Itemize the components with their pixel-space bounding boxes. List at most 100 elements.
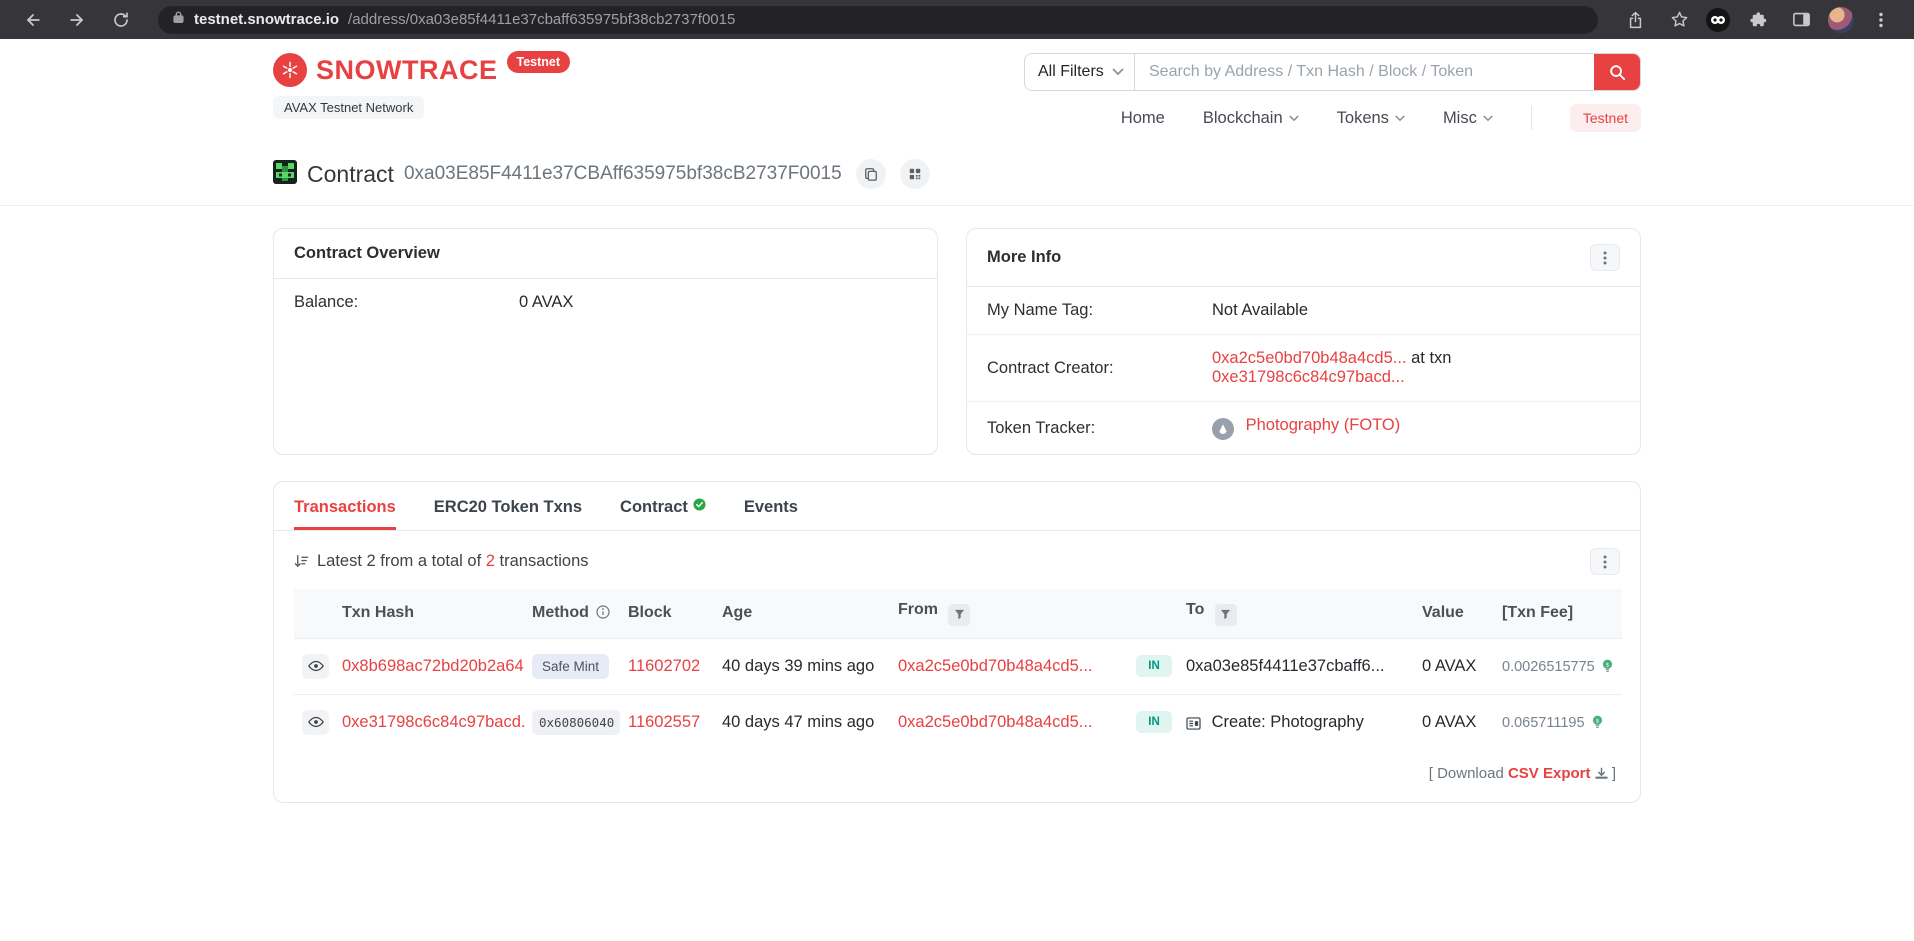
txn-summary: Latest 2 from a total of 2 transactions bbox=[317, 552, 589, 571]
side-panel-icon[interactable] bbox=[1784, 5, 1818, 35]
search-filter-label: All Filters bbox=[1038, 63, 1104, 81]
more-info-card: More Info My Name Tag: Not Available Con… bbox=[966, 228, 1641, 455]
export-open-text: [ Download bbox=[1429, 765, 1508, 782]
csv-export-link[interactable]: CSV Export bbox=[1508, 765, 1591, 782]
nav-home[interactable]: Home bbox=[1121, 109, 1165, 128]
owl-extension-icon[interactable] bbox=[1706, 8, 1730, 32]
preview-txn-button[interactable] bbox=[302, 654, 329, 679]
table-header-row: Txn Hash Method Block Age From To Value … bbox=[294, 589, 1622, 638]
col-block: Block bbox=[620, 589, 714, 638]
col-from: From bbox=[890, 589, 1128, 638]
chevron-down-icon bbox=[1112, 68, 1124, 76]
search-filter-select[interactable]: All Filters bbox=[1025, 54, 1135, 90]
to-address: Create: Photography bbox=[1212, 713, 1364, 731]
preview-txn-button[interactable] bbox=[302, 710, 329, 735]
gas-bulb-icon[interactable]: $ bbox=[1602, 659, 1613, 674]
filter-icon bbox=[1220, 609, 1231, 620]
overview-card-title: Contract Overview bbox=[294, 244, 440, 263]
token-tracker-link[interactable]: Photography (FOTO) bbox=[1246, 416, 1401, 434]
back-icon[interactable] bbox=[16, 5, 50, 35]
value-cell: 0 AVAX bbox=[1414, 694, 1494, 750]
chevron-down-icon bbox=[1395, 115, 1405, 122]
token-tracker-label: Token Tracker: bbox=[987, 419, 1212, 438]
table-row: 0xe31798c6c84c97bacd... 0x60806040 11602… bbox=[294, 694, 1622, 750]
extensions-puzzle-icon[interactable] bbox=[1740, 5, 1774, 35]
forward-icon[interactable] bbox=[60, 5, 94, 35]
table-menu-button[interactable] bbox=[1590, 548, 1620, 575]
url-host: testnet.snowtrace.io bbox=[194, 11, 339, 28]
profile-avatar[interactable] bbox=[1828, 7, 1854, 33]
col-method: Method bbox=[524, 589, 620, 638]
csv-export-row: [ Download CSV Export ] bbox=[274, 750, 1640, 802]
method-badge[interactable]: Safe Mint bbox=[532, 654, 609, 679]
from-address-link[interactable]: 0xa2c5e0bd70b48a4cd5... bbox=[898, 713, 1093, 731]
search-input[interactable] bbox=[1135, 54, 1594, 90]
more-info-menu-button[interactable] bbox=[1590, 244, 1620, 271]
chevron-down-icon bbox=[1289, 115, 1299, 122]
browser-menu-icon[interactable] bbox=[1864, 5, 1898, 35]
block-link[interactable]: 11602557 bbox=[628, 713, 700, 731]
nav-misc[interactable]: Misc bbox=[1443, 109, 1493, 128]
contract-creator-label: Contract Creator: bbox=[987, 359, 1212, 378]
tab-events[interactable]: Events bbox=[744, 498, 798, 530]
svg-text:$: $ bbox=[1596, 718, 1600, 724]
table-row: 0x8b698ac72bd20b2a64... Safe Mint 116027… bbox=[294, 638, 1622, 694]
txn-hash-link[interactable]: 0x8b698ac72bd20b2a64... bbox=[342, 657, 524, 675]
copy-address-button[interactable] bbox=[856, 159, 886, 189]
gas-bulb-icon[interactable]: $ bbox=[1592, 715, 1603, 730]
snowflake-logo-icon bbox=[273, 53, 307, 87]
tab-contract[interactable]: Contract bbox=[620, 498, 706, 530]
search-icon bbox=[1609, 64, 1626, 81]
info-icon[interactable] bbox=[596, 605, 610, 619]
filter-to-button[interactable] bbox=[1215, 604, 1237, 626]
txn-fee: 0.0026515775 bbox=[1502, 659, 1595, 675]
creator-txn-link[interactable]: 0xe31798c6c84c97bacd... bbox=[1212, 368, 1405, 386]
page-title: Contract bbox=[307, 161, 394, 188]
ellipsis-vertical-icon bbox=[1603, 555, 1607, 569]
qr-code-button[interactable] bbox=[900, 159, 930, 189]
export-close-text: ] bbox=[1612, 765, 1616, 782]
contract-create-icon bbox=[1186, 717, 1201, 730]
name-tag-label: My Name Tag: bbox=[987, 301, 1212, 320]
col-txn-hash: Txn Hash bbox=[334, 589, 524, 638]
tab-erc20-token-txns[interactable]: ERC20 Token Txns bbox=[434, 498, 582, 530]
nav-blockchain[interactable]: Blockchain bbox=[1203, 109, 1299, 128]
direction-badge: IN bbox=[1136, 655, 1172, 677]
method-badge[interactable]: 0x60806040 bbox=[532, 710, 620, 735]
contract-blockie-avatar bbox=[273, 160, 297, 189]
transactions-table: Txn Hash Method Block Age From To Value … bbox=[294, 589, 1622, 750]
transactions-card: Transactions ERC20 Token Txns Contract E… bbox=[273, 481, 1641, 803]
lock-icon bbox=[172, 10, 185, 29]
reload-icon[interactable] bbox=[104, 5, 138, 35]
col-txn-fee: [Txn Fee] bbox=[1494, 589, 1622, 638]
col-age[interactable]: Age bbox=[714, 589, 890, 638]
value-cell: 0 AVAX bbox=[1414, 638, 1494, 694]
block-link[interactable]: 11602702 bbox=[628, 657, 700, 675]
creator-address-link[interactable]: 0xa2c5e0bd70b48a4cd5... bbox=[1212, 349, 1407, 367]
brand-logo[interactable]: SNOWTRACE Testnet bbox=[273, 53, 570, 87]
browser-toolbar: testnet.snowtrace.io/address/0xa03e85f44… bbox=[0, 0, 1914, 39]
url-path: /address/0xa03e85f4411e37cbaff635975bf38… bbox=[348, 11, 735, 28]
download-icon bbox=[1595, 767, 1608, 780]
search-button[interactable] bbox=[1594, 54, 1640, 90]
balance-value: 0 AVAX bbox=[519, 293, 573, 312]
bookmark-star-icon[interactable] bbox=[1662, 5, 1696, 35]
balance-label: Balance: bbox=[294, 293, 519, 312]
brand-name: SNOWTRACE bbox=[316, 55, 498, 86]
filter-from-button[interactable] bbox=[948, 604, 970, 626]
to-address: 0xa03e85f4411e37cbaff6... bbox=[1186, 657, 1384, 675]
share-icon[interactable] bbox=[1618, 5, 1652, 35]
txn-hash-link[interactable]: 0xe31798c6c84c97bacd... bbox=[342, 713, 524, 731]
copy-icon bbox=[864, 167, 878, 181]
more-info-card-title: More Info bbox=[987, 248, 1061, 267]
direction-badge: IN bbox=[1136, 711, 1172, 733]
tab-bar: Transactions ERC20 Token Txns Contract E… bbox=[274, 482, 1640, 531]
from-address-link[interactable]: 0xa2c5e0bd70b48a4cd5... bbox=[898, 657, 1093, 675]
txn-count: 2 bbox=[486, 552, 495, 570]
nav-tokens[interactable]: Tokens bbox=[1337, 109, 1405, 128]
address-bar[interactable]: testnet.snowtrace.io/address/0xa03e85f44… bbox=[158, 6, 1598, 34]
tab-transactions[interactable]: Transactions bbox=[294, 498, 396, 530]
chevron-down-icon bbox=[1483, 115, 1493, 122]
nav-testnet-button[interactable]: Testnet bbox=[1570, 104, 1641, 132]
txn-fee: 0.065711195 bbox=[1502, 715, 1585, 731]
